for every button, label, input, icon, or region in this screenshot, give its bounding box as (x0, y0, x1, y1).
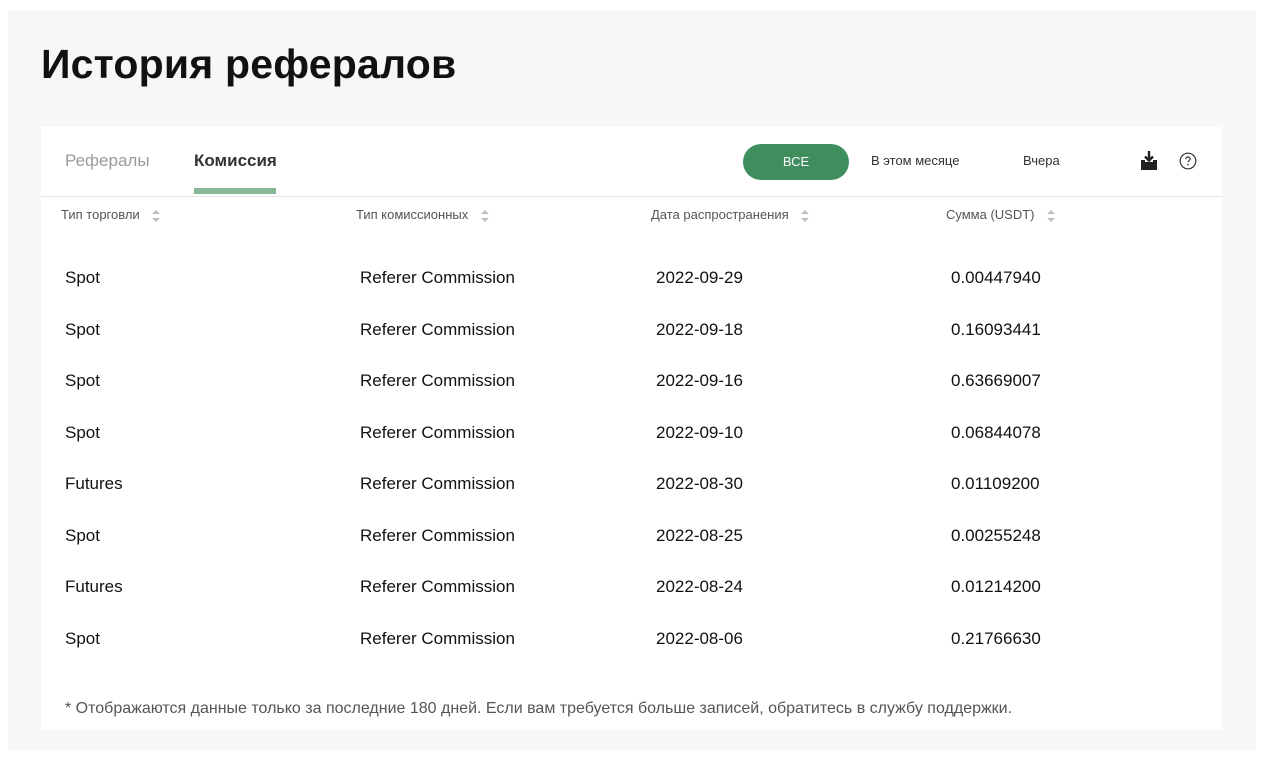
cell-amount: 0.01109200 (951, 474, 1040, 493)
cell-trade-type: Spot (65, 371, 100, 390)
cell-date: 2022-09-10 (656, 423, 743, 442)
column-header-amount[interactable]: Сумма (USDT) (946, 207, 1056, 224)
cell-trade-type: Futures (65, 474, 123, 493)
table-row: Spot Referer Commission 2022-09-16 0.636… (41, 361, 1222, 401)
data-retention-note: * Отображаются данные только за последни… (65, 700, 1013, 717)
cell-commission-type: Referer Commission (360, 371, 515, 390)
cell-amount: 0.63669007 (951, 371, 1041, 390)
filter-this-month-button[interactable]: В этом месяце (871, 153, 959, 168)
tab-referrals[interactable]: Рефералы (65, 151, 150, 171)
cell-amount: 0.01214200 (951, 577, 1041, 596)
tabs-bar: Рефералы Комиссия ВСЕ В этом месяце Вчер… (41, 127, 1222, 197)
cell-commission-type: Referer Commission (360, 474, 515, 493)
sort-icon (152, 209, 161, 222)
tab-commission[interactable]: Комиссия (194, 151, 277, 171)
cell-date: 2022-08-30 (656, 474, 743, 493)
cell-date: 2022-09-18 (656, 320, 743, 339)
active-tab-indicator (194, 188, 276, 194)
cell-amount: 0.00447940 (951, 268, 1041, 287)
sort-icon (480, 209, 489, 222)
table-row: Spot Referer Commission 2022-08-06 0.217… (41, 619, 1222, 659)
sort-icon (1047, 209, 1056, 222)
cell-date: 2022-08-25 (656, 526, 743, 545)
page-container: История рефералов Рефералы Комиссия ВСЕ … (8, 11, 1256, 750)
table-row: Spot Referer Commission 2022-09-29 0.004… (41, 258, 1222, 298)
filter-all-button[interactable]: ВСЕ (743, 144, 849, 180)
cell-commission-type: Referer Commission (360, 423, 515, 442)
cell-commission-type: Referer Commission (360, 629, 515, 648)
table-row: Futures Referer Commission 2022-08-24 0.… (41, 567, 1222, 607)
cell-commission-type: Referer Commission (360, 320, 515, 339)
page-title: История рефералов (41, 41, 457, 87)
referral-history-card: Рефералы Комиссия ВСЕ В этом месяце Вчер… (41, 127, 1222, 730)
cell-date: 2022-08-06 (656, 629, 743, 648)
table-row: Spot Referer Commission 2022-09-10 0.068… (41, 413, 1222, 453)
cell-date: 2022-09-29 (656, 268, 743, 287)
cell-trade-type: Futures (65, 577, 123, 596)
column-header-label: Дата распространения (651, 207, 789, 222)
cell-commission-type: Referer Commission (360, 268, 515, 287)
column-header-distribution-date[interactable]: Дата распространения (651, 207, 810, 224)
sort-icon (801, 209, 810, 222)
column-header-trade-type[interactable]: Тип торговли (61, 207, 161, 224)
table-row: Spot Referer Commission 2022-09-18 0.160… (41, 310, 1222, 350)
cell-trade-type: Spot (65, 629, 100, 648)
column-header-commission-type[interactable]: Тип комиссионных (356, 207, 490, 224)
cell-commission-type: Referer Commission (360, 526, 515, 545)
column-header-label: Тип комиссионных (356, 207, 469, 222)
cell-date: 2022-08-24 (656, 577, 743, 596)
filter-yesterday-button[interactable]: Вчера (1023, 153, 1060, 168)
column-header-label: Сумма (USDT) (946, 207, 1035, 222)
cell-date: 2022-09-16 (656, 371, 743, 390)
cell-trade-type: Spot (65, 526, 100, 545)
cell-amount: 0.16093441 (951, 320, 1041, 339)
cell-trade-type: Spot (65, 320, 100, 339)
cell-trade-type: Spot (65, 423, 100, 442)
cell-amount: 0.00255248 (951, 526, 1041, 545)
cell-commission-type: Referer Commission (360, 577, 515, 596)
table-row: Spot Referer Commission 2022-08-25 0.002… (41, 516, 1222, 556)
column-header-label: Тип торговли (61, 207, 140, 222)
download-icon[interactable] (1138, 150, 1160, 172)
cell-amount: 0.06844078 (951, 423, 1041, 442)
cell-amount: 0.21766630 (951, 629, 1041, 648)
cell-trade-type: Spot (65, 268, 100, 287)
table-row: Futures Referer Commission 2022-08-30 0.… (41, 464, 1222, 504)
help-circle-icon[interactable] (1179, 152, 1197, 170)
